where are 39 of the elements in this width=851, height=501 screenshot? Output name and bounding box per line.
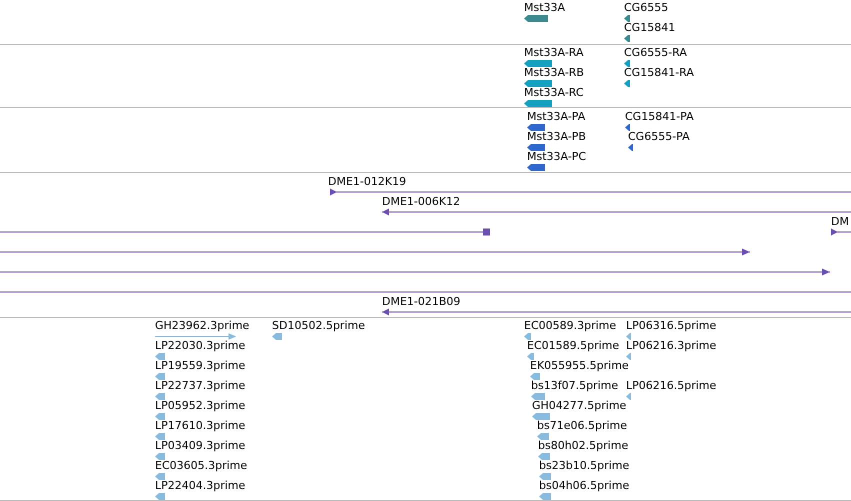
feature-label: Mst33A-RB <box>524 66 584 80</box>
feature-label: CG15841-RA <box>624 66 694 80</box>
feature-label: Mst33A-PB <box>527 130 586 144</box>
feature-label: GH23962.3prime <box>155 319 250 333</box>
feature-label: EC00589.3prime <box>524 319 616 333</box>
feature-label: CG6555 <box>624 1 668 15</box>
feature-label: Mst33A-PA <box>527 110 586 124</box>
clone-label: DME1-021B09 <box>382 295 460 309</box>
feature-label: EK055955.5prime <box>530 359 629 373</box>
feature-label: bs04h06.5prime <box>539 479 630 493</box>
clone-label: DME1-012K19 <box>328 175 406 189</box>
feature-label: LP22404.3prime <box>155 479 246 493</box>
feature-label: LP05952.3prime <box>155 399 246 413</box>
clone-label: DM <box>831 215 849 229</box>
feature-label: EC03605.3prime <box>155 459 248 473</box>
feature-label: LP06216.5prime <box>626 379 716 393</box>
feature-label: LP06216.3prime <box>626 339 716 353</box>
feature-label: CG15841-PA <box>625 110 694 124</box>
feature-label: bs80h02.5prime <box>538 439 628 453</box>
feature-label: LP17610.3prime <box>155 419 246 433</box>
feature-label: CG6555-PA <box>628 130 690 144</box>
feature-label: SD10502.5prime <box>272 319 365 333</box>
feature-label: Mst33A-RA <box>524 46 584 60</box>
feature-label: bs13f07.5prime <box>531 379 618 393</box>
feature-label: LP22737.3prime <box>155 379 246 393</box>
feature-label: GH04277.5prime <box>532 399 626 413</box>
feature-label: Mst33A <box>524 1 566 15</box>
feature-label: bs71e06.5prime <box>537 419 628 433</box>
feature-label: CG6555-RA <box>624 46 687 60</box>
feature-label: Mst33A-PC <box>527 150 586 164</box>
clone-label: DME1-006K12 <box>382 195 460 209</box>
feature-label: CG15841 <box>624 21 676 35</box>
feature-label: EC01589.5prime <box>527 339 620 353</box>
feature-label: LP03409.3prime <box>155 439 246 453</box>
feature-label: LP06316.5prime <box>626 319 716 333</box>
feature-label: bs23b10.5prime <box>539 459 630 473</box>
feature-label: LP22030.3prime <box>155 339 246 353</box>
feature-label: Mst33A-RC <box>524 86 584 100</box>
feature-label: LP19559.3prime <box>155 359 246 373</box>
